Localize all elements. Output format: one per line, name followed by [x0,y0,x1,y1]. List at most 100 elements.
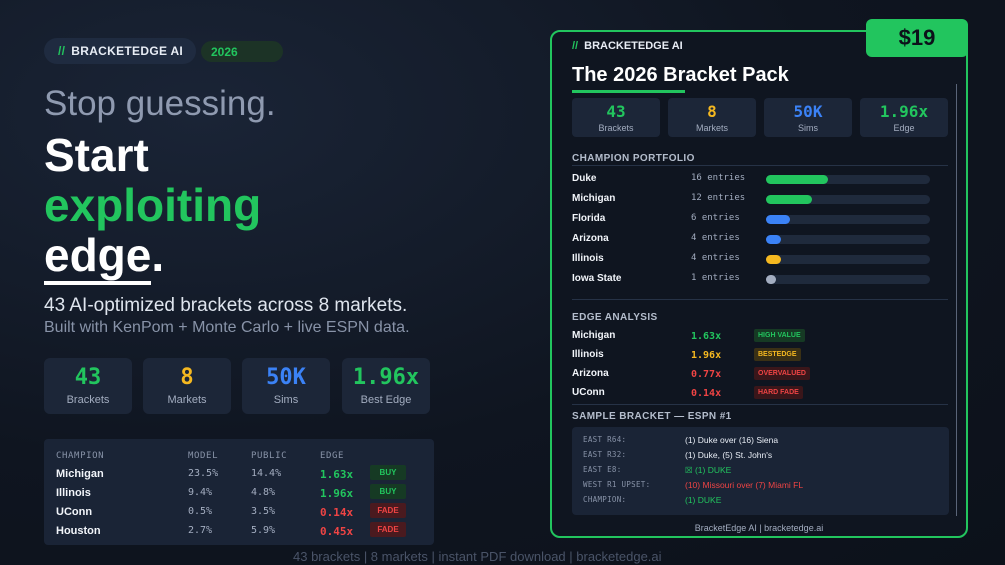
sample-bracket-row: WEST R1 UPSET: (10) Missouri over (7) Mia… [583,480,943,492]
edge-multiplier: 0.77x [691,369,722,380]
card-stat: 1.96x Edge [860,98,948,137]
edge-team: Illinois [572,349,604,360]
sample-bracket-box: EAST R64: (1) Duke over (16) Siena EAST R3… [572,427,949,515]
edge-team: UConn [572,387,605,398]
price-badge: $19 [866,19,968,57]
stat-card: 1.96x Best Edge [342,358,430,414]
card-stat: 8 Markets [668,98,756,137]
portfolio-heading: CHAMPION PORTFOLIO [572,153,695,164]
portfolio-row: Illinois 4 entries [572,253,948,267]
portfolio-bar-track [766,235,930,244]
card-title: The 2026 Bracket Pack [572,64,789,86]
stat-value: 1.96x [352,365,420,390]
team-name: Houston [56,525,101,537]
brand-pill: // BRACKETEDGE AI [44,38,196,64]
portfolio-entries: 4 entries [691,233,740,243]
fade-tag: FADE [370,522,406,537]
stat-card: 8 Markets [143,358,231,414]
header-model: MODEL [188,451,219,461]
hero-line-2: Start [44,129,149,181]
edge-value: 1.63x [320,468,354,481]
edge-analysis-rule [572,404,948,405]
public-pct: 5.9% [251,525,276,536]
table-row: Houston 2.7% 5.9% 0.45x FADE [44,522,434,543]
sample-round: CHAMPION: [583,495,627,504]
hero-line-1: Stop guessing. [44,84,276,123]
stat-value: 50K [266,365,306,390]
team-name: Michigan [56,468,104,480]
model-pct: 0.5% [188,506,213,517]
page-footer: 43 brackets | 8 markets | instant PDF do… [293,549,662,564]
card-stat-value: 50K [793,102,823,121]
sample-heading: SAMPLE BRACKET — ESPN #1 [572,411,732,422]
edge-multiplier: 0.14x [691,388,722,399]
portfolio-team: Illinois [572,253,604,264]
subtitle-line-2: Built with KenPom + Monte Carlo + live E… [44,319,410,336]
sample-bracket-row: CHAMPION: (1) DUKE [583,495,943,507]
sample-bracket-row: EAST R32: (1) Duke, (5) St. John's [583,450,943,462]
public-pct: 14.4% [251,468,282,479]
sample-result: (1) Duke over (16) Siena [685,435,779,445]
portfolio-bar-track [766,255,930,264]
portfolio-entries: 12 entries [691,193,746,203]
team-name: Illinois [56,487,91,499]
portfolio-bar-track [766,275,930,284]
portfolio-rule [572,165,948,166]
stat-value: 43 [74,365,102,390]
portfolio-bar-fill [766,275,776,284]
card-title-underline [572,90,685,93]
sample-round: WEST R1 UPSET: [583,480,651,489]
card-brand-slashes: // [572,40,579,52]
buy-tag: BUY [370,465,406,480]
model-pct: 23.5% [188,468,219,479]
edge-team: Michigan [572,330,616,341]
card-stat-value: 1.96x [879,102,929,121]
sample-bracket-row: EAST R64: (1) Duke over (16) Siena [583,435,943,447]
brand-slashes: // [58,44,66,58]
fade-tag: FADE [370,503,406,518]
model-pct: 9.4% [188,487,213,498]
portfolio-row: Arizona 4 entries [572,233,948,247]
card-footer: BracketEdge AI | bracketedge.ai [694,523,824,533]
edge-analysis-row: Arizona 0.77x OVERVALUED [572,367,948,382]
card-stat-value: 8 [707,102,717,121]
sample-result: (1) DUKE [685,495,722,505]
edge-analysis-heading: EDGE ANALYSIS [572,312,658,323]
portfolio-bar-track [766,195,930,204]
portfolio-team: Duke [572,173,597,184]
model-pct: 2.7% [188,525,213,536]
stat-value: 8 [180,365,194,390]
edge-multiplier: 1.63x [691,331,722,342]
edge-verdict-tag: HIGH VALUE [754,329,805,342]
portfolio-row: Michigan 12 entries [572,193,948,207]
public-pct: 3.5% [251,506,276,517]
stat-label: Brackets [66,394,110,406]
hero-edge-word: edge [44,229,152,285]
portfolio-team: Iowa State [572,273,622,284]
edge-analysis-row: UConn 0.14x HARD FADE [572,386,948,401]
public-pct: 4.8% [251,487,276,498]
subtitle-line-1: 43 AI-optimized brackets across 8 market… [44,295,408,316]
hero-line-3: exploiting [44,179,262,231]
team-name: UConn [56,506,93,518]
edge-verdict-tag: HARD FADE [754,386,803,399]
portfolio-row: Florida 6 entries [572,213,948,227]
sample-result: ☒ (1) DUKE [685,465,732,475]
portfolio-bar-track [766,175,930,184]
portfolio-team: Florida [572,213,606,224]
card-stat: 50K Sims [764,98,852,137]
stat-label: Sims [273,394,299,406]
header-public: PUBLIC [251,451,288,461]
portfolio-row: Iowa State 1 entries [572,273,948,287]
header-champion: CHAMPION [56,451,105,461]
edge-multiplier: 1.96x [691,350,722,361]
portfolio-team: Michigan [572,193,616,204]
edge-table: CHAMPION MODEL PUBLIC EDGE Michigan 23.5%… [44,439,434,545]
portfolio-bar-fill [766,255,781,264]
portfolio-entries: 16 entries [691,173,746,183]
card-stat-label: Edge [893,123,915,133]
edge-value: 0.14x [320,506,354,519]
hero-line-4: edge. [44,229,164,285]
portfolio-bottom-rule [572,299,948,300]
portfolio-bar-fill [766,195,812,204]
